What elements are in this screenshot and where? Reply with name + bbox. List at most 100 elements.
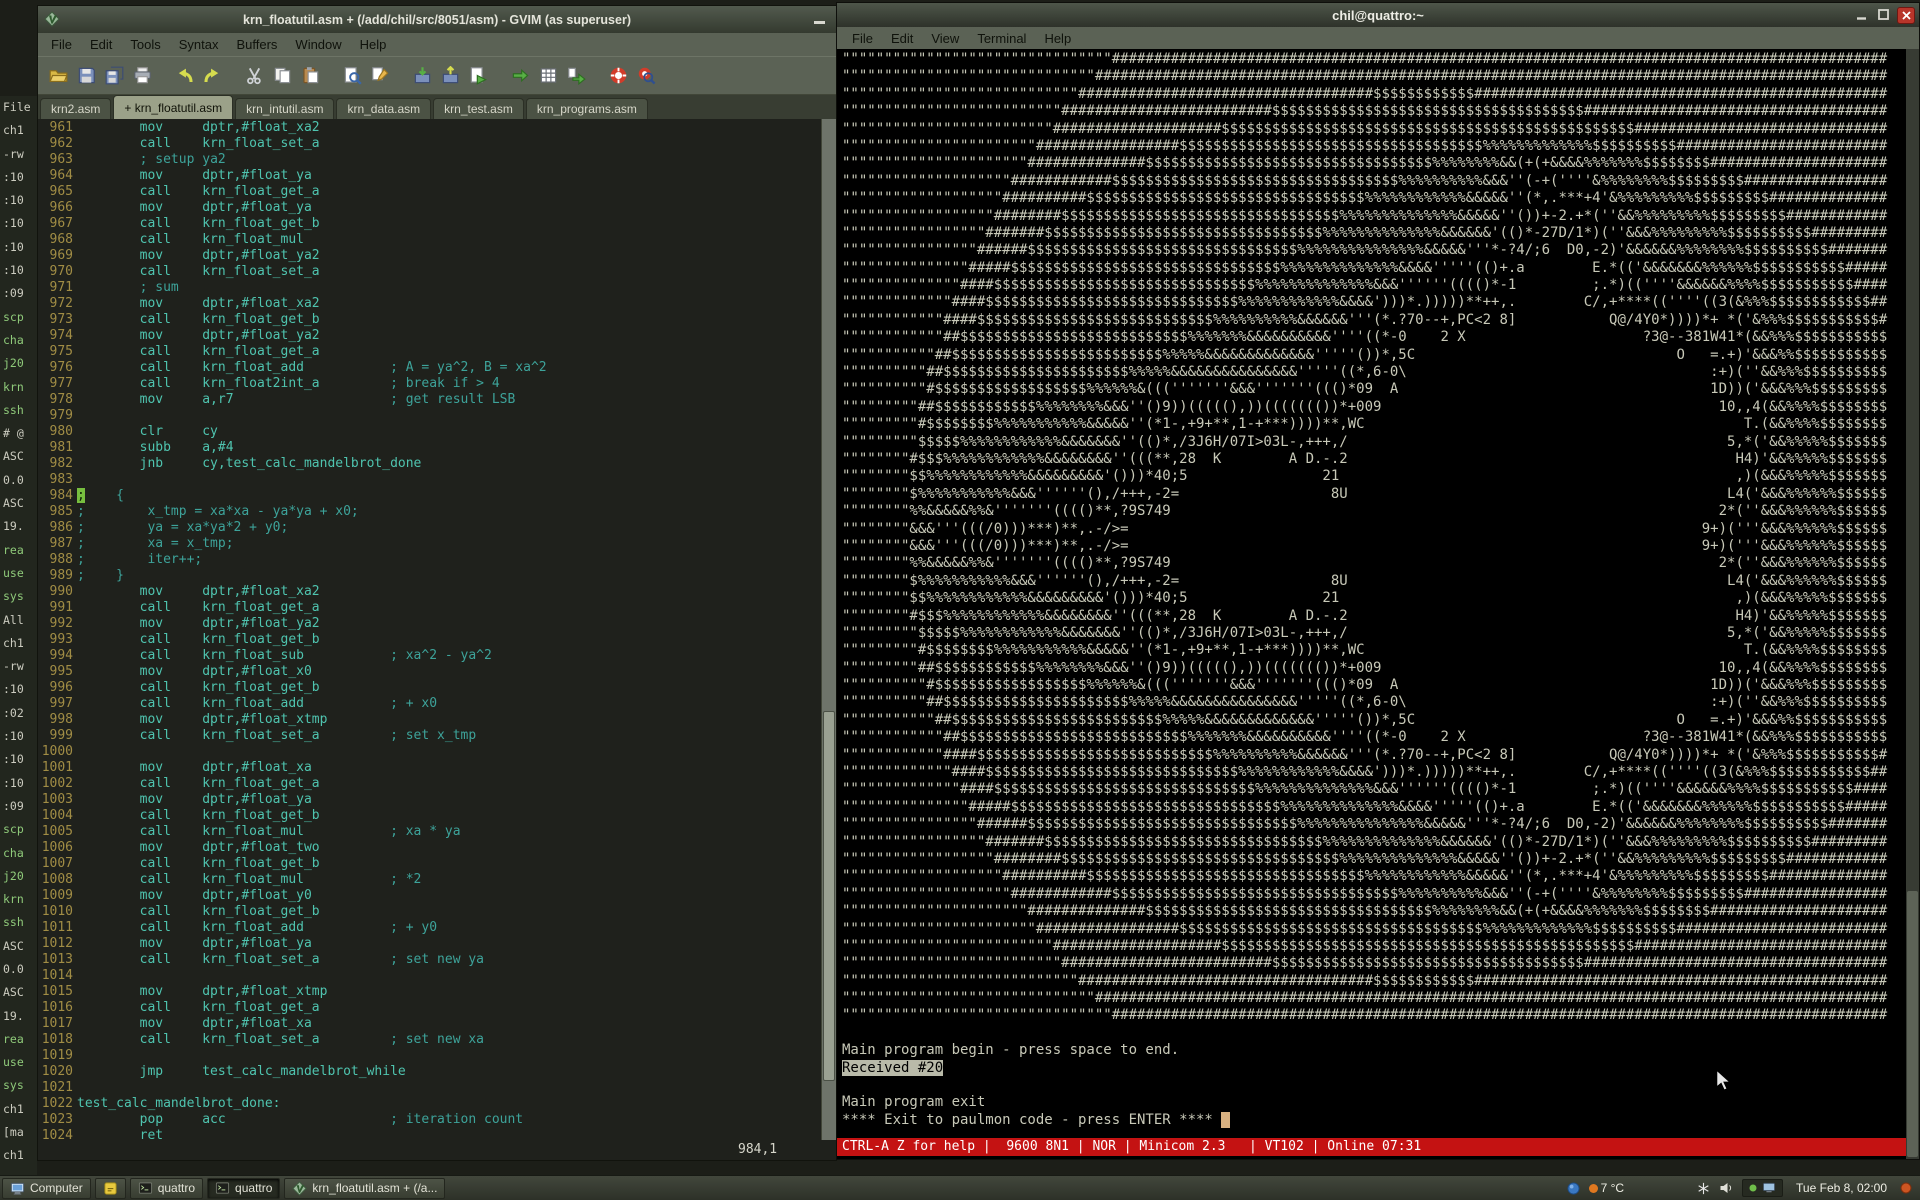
clock[interactable]: Tue Feb 8, 02:00 xyxy=(1792,1181,1891,1195)
code-line[interactable]: 976 call krn_float_add ; A = ya^2, B = x… xyxy=(38,360,836,376)
terminal-scrollbar-thumb[interactable] xyxy=(1907,891,1918,1157)
paste-button[interactable] xyxy=(297,63,323,89)
code-line[interactable]: 968 call krn_float_mul xyxy=(38,232,836,248)
code-line[interactable]: 972 mov dptr,#float_xa2 xyxy=(38,296,836,312)
gvim-menu-file[interactable]: File xyxy=(42,35,81,54)
code-line[interactable]: 1024 ret xyxy=(38,1128,836,1140)
tray-extra-icon[interactable] xyxy=(1900,1182,1912,1194)
code-line[interactable]: 1019 xyxy=(38,1048,836,1064)
undo-button[interactable] xyxy=(171,63,197,89)
gvim-scrollbar-thumb[interactable] xyxy=(823,711,835,1081)
code-line[interactable]: 965 call krn_float_get_a xyxy=(38,184,836,200)
gvim-menu-buffers[interactable]: Buffers xyxy=(227,35,286,54)
code-line[interactable]: 998 mov dptr,#float_xtmp xyxy=(38,712,836,728)
code-line[interactable]: 1020 jmp test_calc_mandelbrot_while xyxy=(38,1064,836,1080)
save-button[interactable] xyxy=(73,63,99,89)
code-line[interactable]: 1017 mov dptr,#float_xa xyxy=(38,1016,836,1032)
code-line[interactable]: 1002 call krn_float_get_a xyxy=(38,776,836,792)
code-line[interactable]: 995 mov dptr,#float_x0 xyxy=(38,664,836,680)
maximize-button[interactable] xyxy=(1875,7,1891,22)
code-line[interactable]: 996 call krn_float_get_b xyxy=(38,680,836,696)
volume-icon[interactable] xyxy=(1719,1181,1733,1195)
code-line[interactable]: 983 xyxy=(38,472,836,488)
code-line[interactable]: 964 mov dptr,#float_ya xyxy=(38,168,836,184)
taskbar-window-krn-floatutil-asm-a-[interactable]: krn_floatutil.asm + (/a... xyxy=(284,1178,445,1199)
gvim-menu-window[interactable]: Window xyxy=(286,35,350,54)
code-line[interactable]: 970 call krn_float_set_a xyxy=(38,264,836,280)
code-line[interactable]: 992 mov dptr,#float_ya2 xyxy=(38,616,836,632)
code-line[interactable]: 1014 xyxy=(38,968,836,984)
code-line[interactable]: 980 clr cy xyxy=(38,424,836,440)
code-line[interactable]: 1015 mov dptr,#float_xtmp xyxy=(38,984,836,1000)
build-tags-button[interactable] xyxy=(535,63,561,89)
code-line[interactable]: 991 call krn_float_get_a xyxy=(38,600,836,616)
taskbar-window-quattro[interactable]: quattro xyxy=(207,1178,280,1199)
code-line[interactable]: 966 mov dptr,#float_ya xyxy=(38,200,836,216)
make-button[interactable] xyxy=(507,63,533,89)
code-line[interactable]: 981 subb a,#4 xyxy=(38,440,836,456)
code-line[interactable]: 1003 mov dptr,#float_ya xyxy=(38,792,836,808)
code-line[interactable]: 982 jnb cy,test_calc_mandelbrot_done xyxy=(38,456,836,472)
code-line[interactable]: 988; iter++; xyxy=(38,552,836,568)
code-line[interactable]: 1005 call krn_float_mul ; xa * ya xyxy=(38,824,836,840)
run-script-button[interactable] xyxy=(465,63,491,89)
code-line[interactable]: 969 mov dptr,#float_ya2 xyxy=(38,248,836,264)
tab--krn-floatutil-asm[interactable]: + krn_floatutil.asm xyxy=(113,95,233,119)
code-line[interactable]: 997 call krn_float_add ; + x0 xyxy=(38,696,836,712)
terminal-screen[interactable]: """"""""""""""""""""""""""""""""########… xyxy=(837,49,1919,1159)
terminal-menu-terminal[interactable]: Terminal xyxy=(968,29,1035,48)
code-line[interactable]: 986; ya = xa*ya*2 + y0; xyxy=(38,520,836,536)
tab-krn-programs-asm[interactable]: krn_programs.asm xyxy=(526,98,648,119)
jump-tag-button[interactable] xyxy=(563,63,589,89)
code-line[interactable]: 990 mov dptr,#float_xa2 xyxy=(38,584,836,600)
code-line[interactable]: 993 call krn_float_get_b xyxy=(38,632,836,648)
code-line[interactable]: 973 call krn_float_get_b xyxy=(38,312,836,328)
code-line[interactable]: 963 ; setup ya2 xyxy=(38,152,836,168)
code-line[interactable]: 971 ; sum xyxy=(38,280,836,296)
minimize-button[interactable] xyxy=(1853,7,1869,22)
code-line[interactable]: 999 call krn_float_set_a ; set x_tmp xyxy=(38,728,836,744)
code-line[interactable]: 1006 mov dptr,#float_two xyxy=(38,840,836,856)
code-line[interactable]: 994 call krn_float_sub ; xa^2 - ya^2 xyxy=(38,648,836,664)
gvim-menu-syntax[interactable]: Syntax xyxy=(170,35,228,54)
tab-krn-intutil-asm[interactable]: krn_intutil.asm xyxy=(235,98,334,119)
background-window-strip[interactable]: Filech1-rw:10:10:10:10:10:09scpchaj20krn… xyxy=(0,96,37,1176)
gvim-menu-tools[interactable]: Tools xyxy=(121,35,169,54)
terminal-menu-help[interactable]: Help xyxy=(1035,29,1080,48)
code-line[interactable]: 984; { xyxy=(38,488,836,504)
code-line[interactable]: 1013 call krn_float_set_a ; set new ya xyxy=(38,952,836,968)
minimize-button[interactable] xyxy=(813,13,826,25)
cut-button[interactable] xyxy=(241,63,267,89)
save-all-button[interactable] xyxy=(101,63,127,89)
tab-krn2-asm[interactable]: krn2.asm xyxy=(40,98,111,119)
snowflake-icon[interactable] xyxy=(1697,1182,1710,1195)
close-button[interactable] xyxy=(1897,7,1915,24)
notification-area[interactable] xyxy=(1742,1179,1783,1197)
code-line[interactable]: 978 mov a,r7 ; get result LSB xyxy=(38,392,836,408)
terminal-menu-file[interactable]: File xyxy=(843,29,882,48)
code-area[interactable]: 961 mov dptr,#float_xa2962 call krn_floa… xyxy=(38,120,836,1140)
terminal-menu-edit[interactable]: Edit xyxy=(882,29,922,48)
gvim-menu-edit[interactable]: Edit xyxy=(81,35,121,54)
weather-icon[interactable] xyxy=(1567,1182,1580,1195)
tab-krn-data-asm[interactable]: krn_data.asm xyxy=(336,98,431,119)
tab-krn-test-asm[interactable]: krn_test.asm xyxy=(433,98,524,119)
code-line[interactable]: 987; xa = x_tmp; xyxy=(38,536,836,552)
code-line[interactable]: 1012 mov dptr,#float_ya xyxy=(38,936,836,952)
terminal-titlebar[interactable]: chil@quattro:~ xyxy=(837,3,1919,27)
copy-button[interactable] xyxy=(269,63,295,89)
code-line[interactable]: 1008 call krn_float_mul ; *2 xyxy=(38,872,836,888)
open-button[interactable] xyxy=(45,63,71,89)
temperature-applet[interactable]: 7 °C xyxy=(1589,1181,1624,1195)
terminal-scrollbar[interactable] xyxy=(1906,49,1919,1159)
gvim-menu-help[interactable]: Help xyxy=(351,35,396,54)
computer-menu-button[interactable]: Computer xyxy=(2,1178,91,1199)
code-line[interactable]: 985; x_tmp = xa*xa - ya*ya + x0; xyxy=(38,504,836,520)
code-line[interactable]: 1000 xyxy=(38,744,836,760)
gvim-editor[interactable]: 961 mov dptr,#float_xa2962 call krn_floa… xyxy=(38,119,836,1140)
print-button[interactable] xyxy=(129,63,155,89)
code-line[interactable]: 1007 call krn_float_get_b xyxy=(38,856,836,872)
code-line[interactable]: 1018 call krn_float_set_a ; set new xa xyxy=(38,1032,836,1048)
find-button[interactable] xyxy=(339,63,365,89)
gvim-titlebar[interactable]: krn_floatutil.asm + (/add/chil/src/8051/… xyxy=(38,6,836,33)
